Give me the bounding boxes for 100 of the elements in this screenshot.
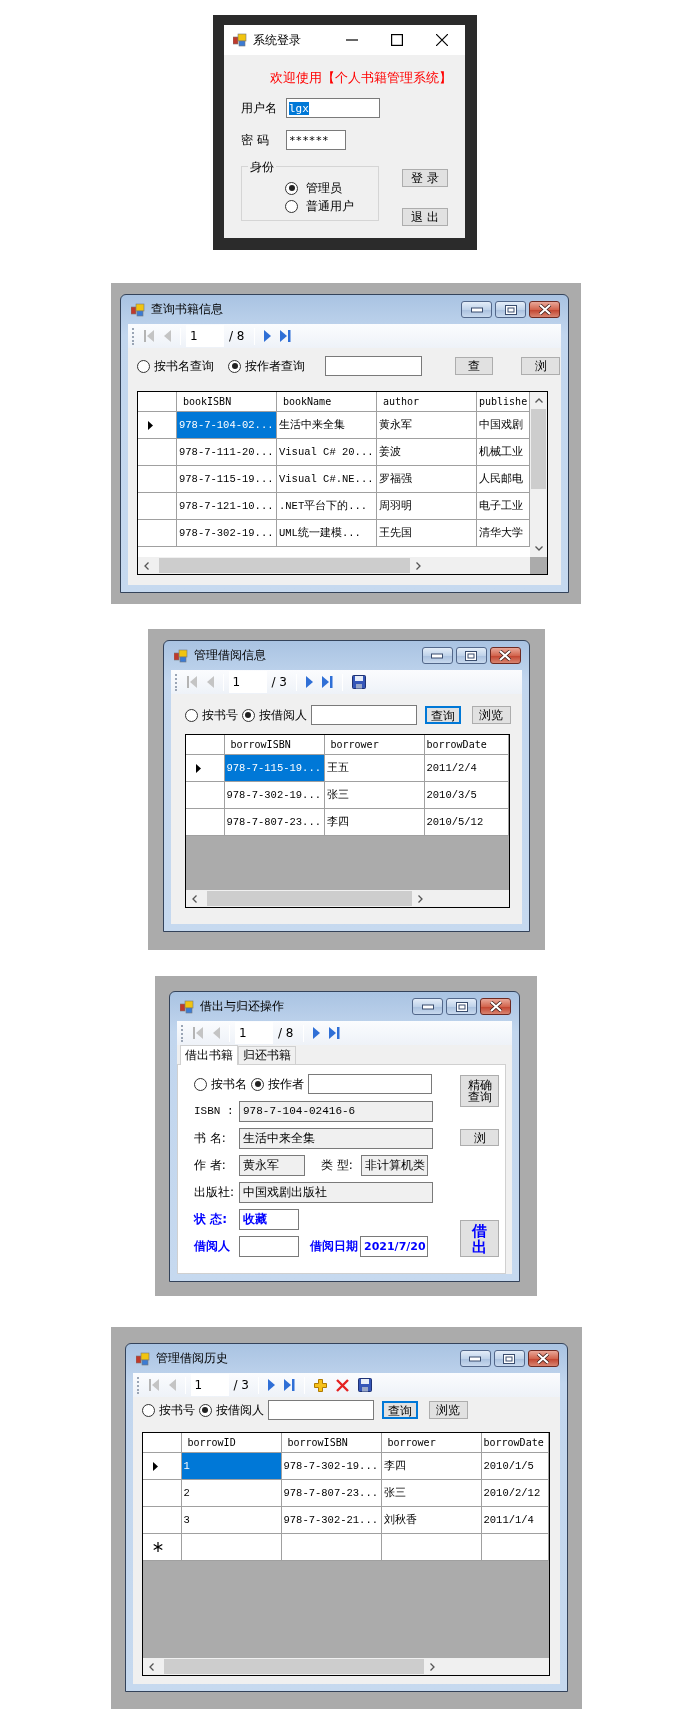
maximize-button[interactable]	[455, 647, 487, 664]
browse-button[interactable]: 浏	[460, 1129, 499, 1146]
row-header[interactable]	[142, 1453, 182, 1480]
radio-button[interactable]	[241, 708, 255, 722]
input-field[interactable]: 978-7-104-02416-6	[239, 1100, 433, 1122]
column-header[interactable]: publishe	[477, 392, 530, 412]
column-header[interactable]: bookName	[277, 392, 377, 412]
page-field[interactable]: 1	[228, 671, 267, 693]
minimize-button[interactable]	[461, 301, 492, 318]
radio-label[interactable]: 普通用户	[306, 197, 354, 215]
column-header[interactable]: borrower	[381, 1433, 482, 1453]
scroll-left-icon[interactable]	[191, 894, 197, 903]
close-icon[interactable]	[536, 1353, 550, 1364]
next-page-icon[interactable]	[306, 676, 313, 688]
horizontal-scrollbar[interactable]	[142, 1658, 549, 1675]
tab[interactable]: 借出书籍	[180, 1045, 238, 1065]
row-header[interactable]	[138, 412, 177, 439]
page-field[interactable]: 1	[235, 1022, 273, 1044]
maximize-icon[interactable]	[455, 1001, 468, 1012]
search-button[interactable]: 查	[455, 357, 493, 375]
save-icon[interactable]	[352, 675, 366, 689]
scroll-right-icon[interactable]	[417, 894, 423, 903]
column-header[interactable]: borrower	[324, 735, 425, 755]
radio-button[interactable]	[141, 1403, 155, 1417]
radio-label[interactable]: 按作者	[268, 1075, 304, 1093]
input-field[interactable]: 收藏	[239, 1208, 299, 1230]
search-button[interactable]: 浏	[521, 357, 560, 375]
close-button[interactable]	[527, 1350, 559, 1367]
vertical-scrollbar[interactable]	[530, 392, 547, 557]
scroll-down-icon[interactable]	[534, 546, 543, 551]
radio-label[interactable]: 按书号	[158, 1401, 195, 1419]
grid-corner[interactable]	[142, 1433, 182, 1453]
row-header[interactable]	[185, 809, 225, 836]
column-header[interactable]: borrowDate	[481, 1433, 549, 1453]
page-field[interactable]: 1	[186, 325, 224, 347]
close-button[interactable]	[480, 998, 511, 1015]
row-header[interactable]	[142, 1534, 182, 1561]
minimize-icon[interactable]	[470, 306, 483, 313]
input-field[interactable]: 2021/7/20	[360, 1235, 428, 1257]
column-header[interactable]: borrowISBN	[281, 1433, 382, 1453]
row-header[interactable]	[142, 1480, 182, 1507]
maximize-icon[interactable]	[391, 34, 403, 46]
scroll-left-icon[interactable]	[148, 1662, 154, 1671]
dialog-button[interactable]: 退 出	[402, 208, 448, 226]
last-page-icon[interactable]	[284, 1379, 295, 1391]
radio-button[interactable]	[285, 181, 298, 195]
scroll-left-icon[interactable]	[144, 561, 149, 570]
next-page-icon[interactable]	[312, 1027, 320, 1039]
close-button[interactable]	[529, 301, 560, 318]
next-page-icon[interactable]	[263, 330, 271, 342]
minimize-icon[interactable]	[421, 1003, 434, 1010]
search-button[interactable]: 浏览	[471, 706, 511, 724]
search-button[interactable]: 查询	[381, 1401, 418, 1419]
save-icon[interactable]	[358, 1378, 372, 1392]
column-header[interactable]: author	[377, 392, 477, 412]
add-icon[interactable]	[314, 1378, 327, 1392]
radio-label[interactable]: 按书名	[211, 1075, 247, 1093]
scroll-right-icon[interactable]	[415, 561, 421, 570]
row-header[interactable]	[185, 782, 225, 809]
last-page-icon[interactable]	[328, 1027, 340, 1039]
search-field[interactable]	[308, 1074, 432, 1094]
delete-icon[interactable]	[336, 1378, 349, 1392]
radio-label[interactable]: 按书名查询	[154, 357, 214, 375]
tab[interactable]: 归还书籍	[238, 1046, 296, 1064]
maximize-icon[interactable]	[465, 650, 477, 661]
maximize-icon[interactable]	[504, 304, 517, 315]
last-page-icon[interactable]	[279, 330, 291, 342]
radio-button[interactable]	[184, 708, 198, 722]
page-field[interactable]: 1	[190, 1374, 229, 1396]
minimize-icon[interactable]	[431, 652, 443, 659]
radio-label[interactable]: 按借阅人	[215, 1401, 264, 1419]
radio-label[interactable]: 按书号	[201, 706, 238, 724]
search-button[interactable]: 浏览	[428, 1401, 468, 1419]
maximize-button[interactable]	[495, 301, 526, 318]
input-field[interactable]	[239, 1235, 299, 1257]
horizontal-scrollbar[interactable]	[185, 890, 509, 907]
maximize-icon[interactable]	[503, 1353, 515, 1364]
radio-button[interactable]	[228, 359, 241, 373]
radio-button[interactable]	[194, 1077, 207, 1091]
input-field[interactable]: lgx	[286, 98, 380, 118]
close-icon[interactable]	[537, 304, 552, 315]
maximize-button[interactable]	[446, 998, 477, 1015]
column-header[interactable]: borrowISBN	[224, 735, 325, 755]
column-header[interactable]: borrowDate	[424, 735, 509, 755]
row-header[interactable]	[142, 1507, 182, 1534]
grid-corner[interactable]	[185, 735, 225, 755]
radio-label[interactable]: 按借阅人	[258, 706, 307, 724]
input-field[interactable]: 黄永军	[239, 1154, 305, 1176]
search-field[interactable]	[310, 705, 417, 725]
horizontal-scrollbar[interactable]	[138, 557, 530, 574]
radio-button[interactable]	[198, 1403, 212, 1417]
column-header[interactable]: borrowID	[181, 1433, 282, 1453]
minimize-icon[interactable]	[469, 1355, 481, 1362]
next-page-icon[interactable]	[268, 1379, 275, 1391]
radio-label[interactable]: 管理员	[306, 179, 342, 197]
close-icon[interactable]	[488, 1001, 503, 1012]
input-field[interactable]: 非计算机类	[360, 1154, 428, 1176]
radio-button[interactable]	[251, 1077, 264, 1091]
column-header[interactable]: bookISBN	[177, 392, 277, 412]
minimize-button[interactable]	[421, 647, 453, 664]
